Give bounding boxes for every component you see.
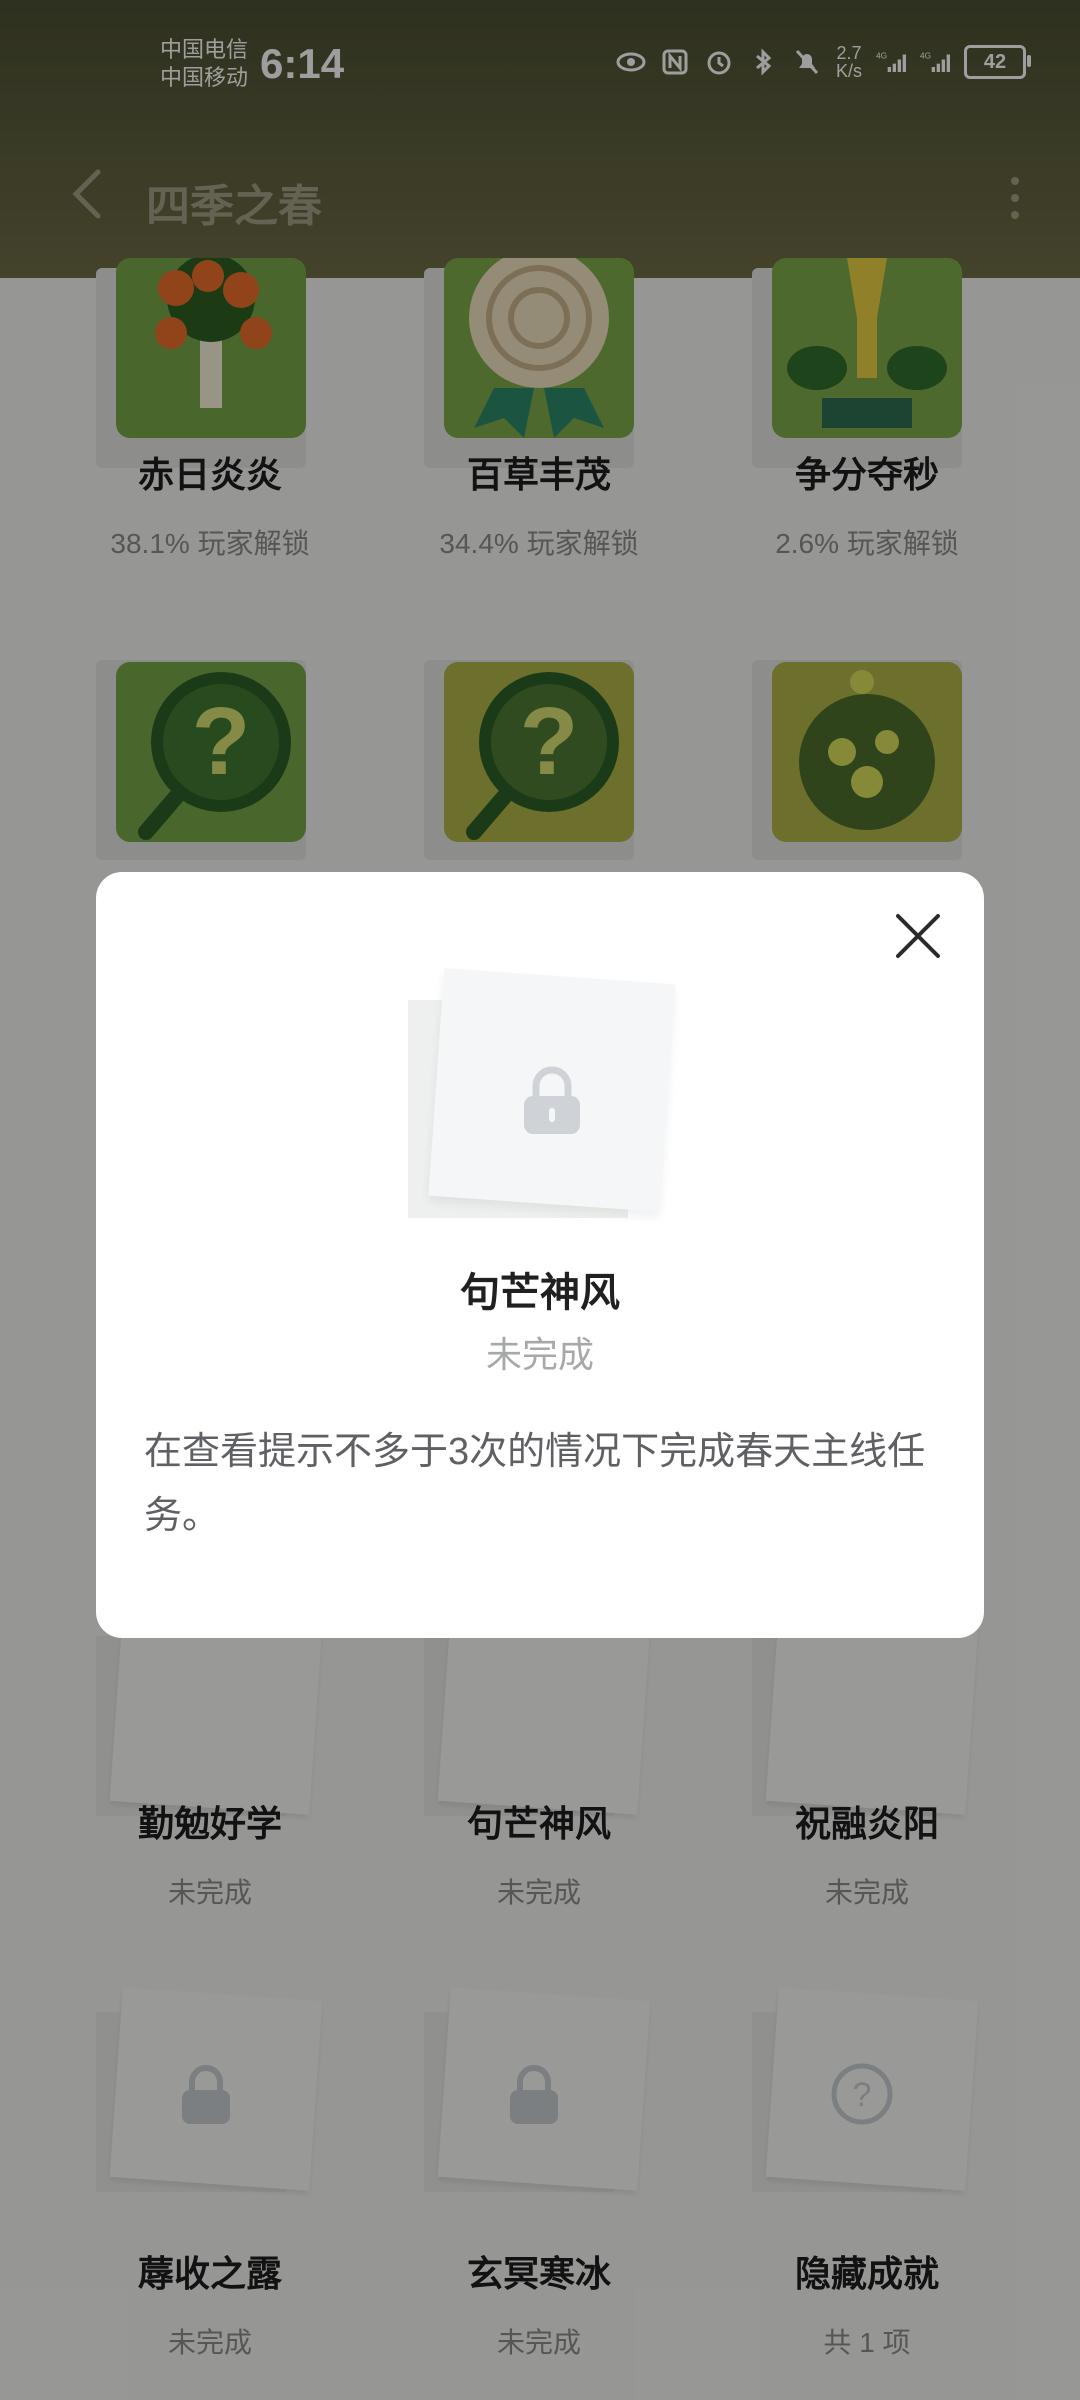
lock-icon — [524, 1066, 580, 1134]
close-button[interactable] — [888, 906, 948, 966]
achievement-title: 句芒神风 — [460, 1271, 620, 1315]
close-icon — [896, 914, 940, 958]
achievement-detail-dialog: 句芒神风 未完成 在查看提示不多于3次的情况下完成春天主线任务。 — [96, 872, 984, 1638]
achievement-status: 未完成 — [485, 1334, 594, 1375]
achievement-description: 在查看提示不多于3次的情况下完成春天主线任务。 — [144, 1431, 926, 1537]
achievement-badge — [408, 968, 678, 1220]
